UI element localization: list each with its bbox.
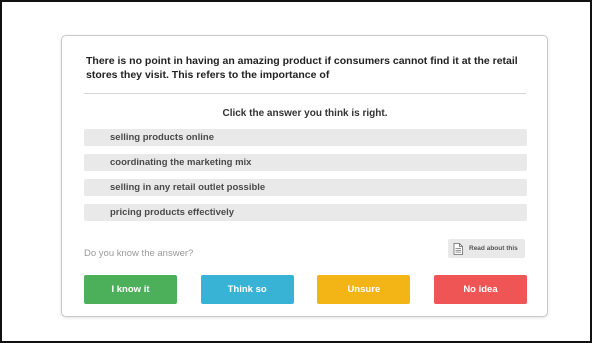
document-icon <box>453 242 463 255</box>
option-1[interactable]: selling products online <box>84 129 527 146</box>
option-4[interactable]: pricing products effectively <box>84 204 527 221</box>
answer-options: selling products online coordinating the… <box>84 129 527 229</box>
confidence-buttons: I know it Think so Unsure No idea <box>84 275 527 304</box>
read-about-label: Read about this <box>469 245 518 252</box>
window-frame: There is no point in having an amazing p… <box>0 0 592 343</box>
quiz-card: There is no point in having an amazing p… <box>61 35 548 317</box>
instruction-text: Click the answer you think is right. <box>222 108 388 119</box>
unsure-button[interactable]: Unsure <box>317 275 411 304</box>
option-2[interactable]: coordinating the marketing mix <box>84 154 527 171</box>
know-answer-prompt: Do you know the answer? <box>84 248 194 259</box>
read-about-button[interactable]: Read about this <box>448 239 525 258</box>
no-idea-button[interactable]: No idea <box>433 275 527 304</box>
i-know-it-button[interactable]: I know it <box>84 275 177 304</box>
option-3[interactable]: selling in any retail outlet possible <box>84 179 527 196</box>
question-text: There is no point in having an amazing p… <box>86 55 518 81</box>
divider <box>84 93 526 94</box>
think-so-button[interactable]: Think so <box>200 275 294 304</box>
